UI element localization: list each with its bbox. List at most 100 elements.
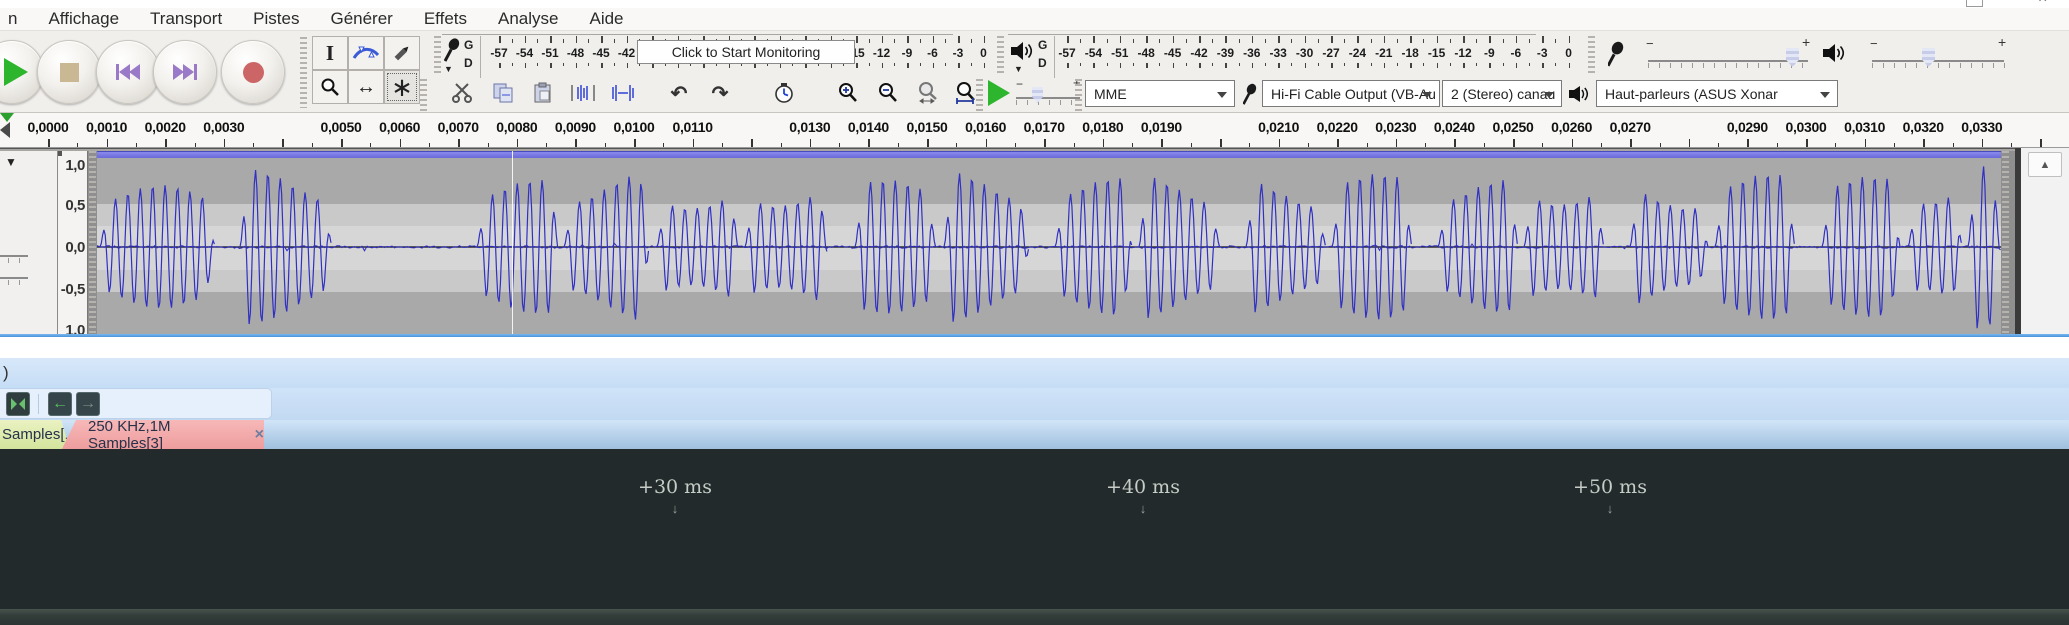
track-area: ▼ 1,00,50,0-0,51,0 bbox=[0, 148, 2069, 334]
forward-icon: → bbox=[80, 395, 96, 413]
stop-button[interactable] bbox=[37, 40, 101, 104]
ruler-major-tick bbox=[868, 139, 870, 147]
meter-major-tick bbox=[627, 63, 629, 68]
window-maximize-button[interactable] bbox=[1966, 0, 1983, 7]
trim-audio-button[interactable] bbox=[568, 78, 598, 108]
speaker-icon bbox=[1568, 84, 1590, 104]
record-button[interactable] bbox=[221, 40, 285, 104]
fit-selection-button[interactable] bbox=[913, 78, 943, 108]
playback-device-select[interactable]: Haut-parleurs (ASUS Xonar bbox=[1596, 80, 1838, 107]
fit-view-button[interactable] bbox=[6, 392, 30, 416]
redo-button[interactable]: ↷ bbox=[705, 78, 735, 108]
tab-samples[interactable]: Samples[... bbox=[0, 420, 70, 449]
meter-scale-label: -6 bbox=[927, 46, 938, 60]
window-close-button[interactable]: × bbox=[2036, 0, 2052, 7]
meter-major-tick bbox=[933, 63, 935, 68]
ruler-label: 0,0170 bbox=[1024, 119, 1065, 135]
meter-major-tick bbox=[1146, 36, 1148, 43]
zoom-out-button[interactable] bbox=[873, 78, 903, 108]
ruler-major-tick bbox=[1630, 139, 1632, 147]
meter-minor-tick bbox=[1291, 63, 1292, 66]
copy-icon bbox=[492, 82, 514, 104]
selection-tool-button[interactable]: I bbox=[312, 36, 348, 70]
menu-item-transport[interactable]: Transport bbox=[148, 8, 224, 30]
device-toolbar-grabber[interactable] bbox=[1075, 79, 1082, 111]
signal-view[interactable]: +30 ms↓+40 ms↓+50 ms↓ bbox=[0, 449, 2069, 625]
mixer-grabber[interactable] bbox=[1588, 36, 1595, 76]
track-vertical-ruler[interactable]: 1,00,50,0-0,51,0 bbox=[58, 151, 88, 334]
record-meter-grabber[interactable] bbox=[434, 36, 441, 76]
playhead-icon[interactable] bbox=[0, 113, 14, 122]
vertical-scrollbar[interactable]: ▲ bbox=[2021, 148, 2069, 334]
tab-250khz-active[interactable]: 250 KHz,1M Samples[3] × bbox=[62, 420, 264, 449]
tools-toolbar-grabber[interactable] bbox=[300, 37, 307, 108]
audio-host-select[interactable]: MME bbox=[1085, 80, 1235, 107]
magnifier-icon bbox=[320, 77, 340, 97]
tab-close-icon[interactable]: × bbox=[255, 426, 264, 444]
silence-audio-button[interactable] bbox=[608, 78, 638, 108]
meter-minor-tick bbox=[1239, 63, 1240, 66]
play-volume-slider[interactable] bbox=[1872, 60, 2004, 62]
skip-end-button[interactable] bbox=[153, 40, 217, 104]
play-meter-grabber[interactable] bbox=[997, 36, 1004, 76]
scroll-up-button[interactable]: ▲ bbox=[2028, 152, 2062, 177]
menu-item-analyse[interactable]: Analyse bbox=[496, 8, 560, 30]
meter-scale-label: -27 bbox=[1322, 46, 1339, 60]
forward-button[interactable]: → bbox=[76, 392, 100, 416]
edit-toolbar-grabber[interactable] bbox=[420, 79, 427, 111]
envelope-tool-button[interactable] bbox=[348, 36, 384, 70]
time-marker-arrow-icon: ↓ bbox=[1607, 501, 1614, 516]
paste-button[interactable] bbox=[528, 78, 558, 108]
ruler-minor-tick bbox=[1308, 143, 1309, 147]
speed-slider[interactable] bbox=[1016, 97, 1080, 99]
meter-minor-tick bbox=[588, 63, 589, 66]
meter-minor-tick bbox=[945, 63, 946, 66]
skip-start-button[interactable] bbox=[96, 40, 160, 104]
gap-band bbox=[0, 337, 2069, 358]
sync-lock-button[interactable] bbox=[769, 78, 799, 108]
waveform-region[interactable] bbox=[97, 151, 2001, 334]
meter-scale-label: -33 bbox=[1270, 46, 1287, 60]
meter-scale-label: -45 bbox=[592, 46, 609, 60]
menu-item-effets[interactable]: Effets bbox=[422, 8, 469, 30]
menu-item-clipped[interactable]: n bbox=[6, 8, 19, 30]
record-slider-ticks bbox=[1648, 63, 1809, 68]
play-at-speed-button[interactable] bbox=[988, 80, 1010, 106]
track-pan-slider[interactable] bbox=[0, 277, 28, 279]
meter-minor-tick bbox=[1133, 63, 1134, 66]
recording-device-select[interactable]: Hi-Fi Cable Output (VB-Au bbox=[1262, 80, 1440, 107]
meter-scale-label: -36 bbox=[1243, 46, 1260, 60]
meter-minor-tick bbox=[920, 39, 921, 43]
time-shift-tool-button[interactable]: ↔ bbox=[348, 70, 384, 104]
play-at-speed-icon bbox=[988, 80, 1010, 106]
record-volume-slider[interactable] bbox=[1648, 60, 1808, 62]
copy-button[interactable] bbox=[488, 78, 518, 108]
undo-button[interactable]: ↶ bbox=[664, 78, 694, 108]
ruler-left-arrow-icon[interactable] bbox=[0, 122, 10, 138]
recording-channels-select[interactable]: 2 (Stereo) canau bbox=[1442, 80, 1562, 107]
cut-button[interactable] bbox=[448, 78, 478, 108]
play-slider-minus: − bbox=[1870, 36, 1878, 51]
meter-minor-tick bbox=[1450, 39, 1451, 43]
timeline-ruler[interactable]: 0,00000,00100,00200,00300,00500,00600,00… bbox=[0, 113, 2069, 148]
zoom-tool-button[interactable] bbox=[312, 70, 348, 104]
play-meter[interactable]: ▼ G D -57-54-51-48-45-42-39-36-33-30-27-… bbox=[1008, 34, 1583, 78]
track-right-grabber[interactable] bbox=[2002, 151, 2009, 334]
play-at-speed-grabber[interactable] bbox=[976, 79, 983, 111]
track-gain-slider[interactable] bbox=[0, 255, 28, 257]
meter-minor-tick bbox=[945, 39, 946, 43]
zoom-in-button[interactable] bbox=[833, 78, 863, 108]
track-menu-icon[interactable]: ▼ bbox=[5, 155, 17, 169]
menu-item-generer[interactable]: Générer bbox=[328, 8, 394, 30]
scissors-icon bbox=[451, 82, 475, 104]
vruler-label: -0,5 bbox=[55, 281, 85, 298]
menu-item-aide[interactable]: Aide bbox=[587, 8, 625, 30]
meter-scale-label: -9 bbox=[1484, 46, 1495, 60]
meter-minor-tick bbox=[1291, 39, 1292, 43]
draw-tool-button[interactable] bbox=[384, 36, 420, 70]
menu-item-affichage[interactable]: Affichage bbox=[46, 8, 121, 30]
back-button[interactable]: ← bbox=[48, 392, 72, 416]
menu-item-pistes[interactable]: Pistes bbox=[251, 8, 301, 30]
track-grabber[interactable] bbox=[89, 151, 96, 334]
multi-tool-button[interactable]: ∗ bbox=[384, 70, 420, 104]
